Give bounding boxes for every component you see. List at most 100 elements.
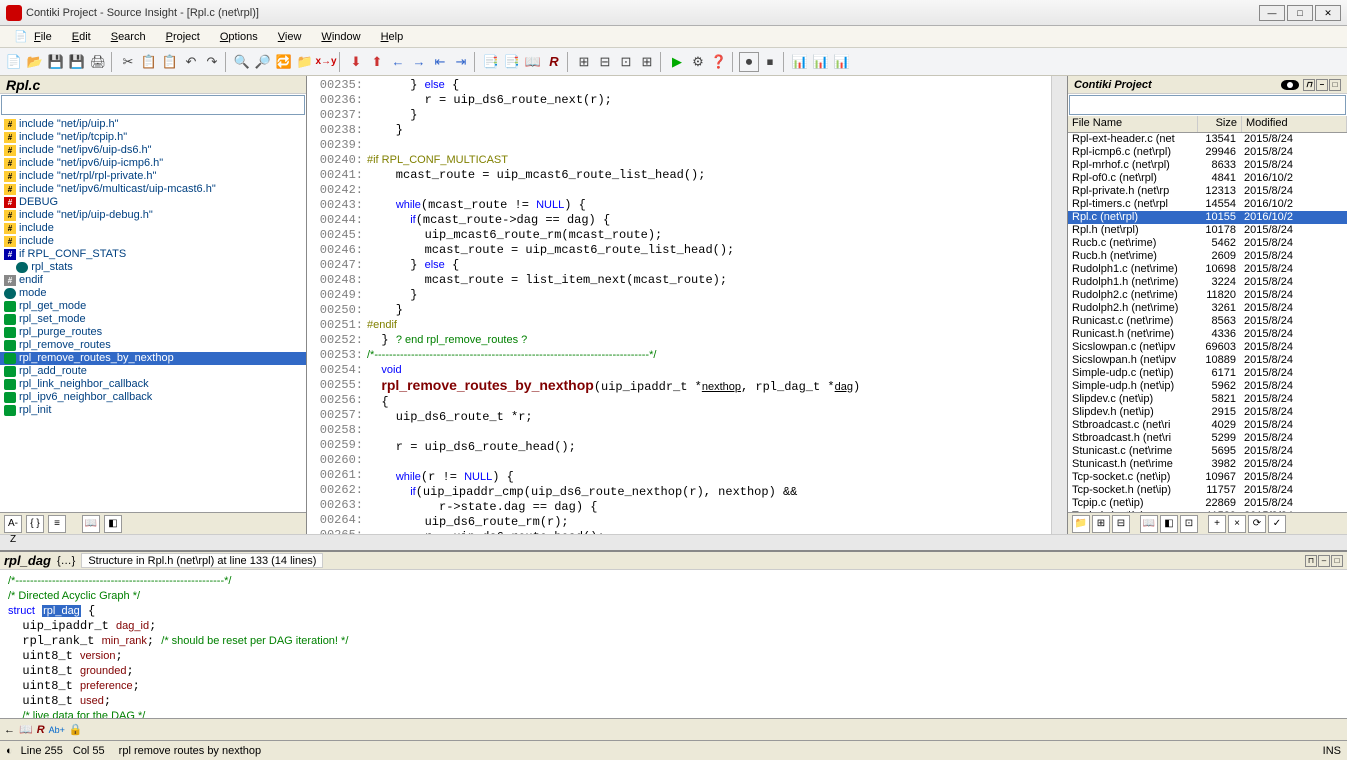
- project-search-input[interactable]: [1069, 95, 1346, 115]
- braces-button[interactable]: { }: [26, 515, 44, 533]
- col-filename[interactable]: File Name: [1068, 116, 1198, 132]
- file-row[interactable]: Stbroadcast.c (net\ri40292015/8/24: [1068, 419, 1347, 432]
- symbol-row[interactable]: #include "net/ip/tcpip.h": [0, 131, 306, 144]
- menu-help[interactable]: Help: [371, 29, 414, 45]
- tb-saveall-icon[interactable]: 💾: [67, 52, 87, 72]
- file-table[interactable]: File Name Size Modified Rpl-ext-header.c…: [1068, 116, 1347, 512]
- file-row[interactable]: Slipdev.h (net\ip)29152015/8/24: [1068, 406, 1347, 419]
- file-row[interactable]: Rudolph1.h (net\rime)32242015/8/24: [1068, 276, 1347, 289]
- ptb-7[interactable]: +: [1208, 515, 1226, 533]
- symbol-row[interactable]: rpl_stats: [0, 261, 306, 274]
- menu-window[interactable]: Window: [311, 29, 370, 45]
- ptb-6[interactable]: ⊡: [1180, 515, 1198, 533]
- tb-ref-icon[interactable]: R: [544, 52, 564, 72]
- ctx-pin-button[interactable]: ⊓: [1305, 555, 1317, 567]
- symbol-row[interactable]: rpl_ipv6_neighbor_callback: [0, 391, 306, 404]
- ctb-back[interactable]: ←: [4, 724, 15, 736]
- ptb-9[interactable]: ⟳: [1248, 515, 1266, 533]
- file-row[interactable]: Tcp-socket.c (net\ip)109672015/8/24: [1068, 471, 1347, 484]
- file-row[interactable]: Rpl.c (net\rpl)101552016/10/2: [1068, 211, 1347, 224]
- ptb-4[interactable]: 📖: [1140, 515, 1158, 533]
- max-button[interactable]: □: [1329, 79, 1341, 91]
- ptb-8[interactable]: ×: [1228, 515, 1246, 533]
- symbol-row[interactable]: rpl_init: [0, 404, 306, 417]
- file-row[interactable]: Rpl-of0.c (net\rpl)48412016/10/2: [1068, 172, 1347, 185]
- symbol-row[interactable]: #include "net/ipv6/uip-ds6.h": [0, 144, 306, 157]
- file-row[interactable]: Simple-udp.c (net\ip)61712015/8/24: [1068, 367, 1347, 380]
- file-row[interactable]: Stunicast.c (net\rime56952015/8/24: [1068, 445, 1347, 458]
- ctb-ref[interactable]: R: [37, 724, 45, 736]
- file-row[interactable]: Rpl-icmp6.c (net\rpl)299462015/8/24: [1068, 146, 1347, 159]
- menu-options[interactable]: Options: [210, 29, 268, 45]
- tb-tile1-icon[interactable]: ⊞: [574, 52, 594, 72]
- maximize-button[interactable]: □: [1287, 5, 1313, 21]
- tb-bookmark2-icon[interactable]: ⬆: [367, 52, 387, 72]
- tb-new-icon[interactable]: 📄: [4, 52, 24, 72]
- menu-edit[interactable]: Edit: [62, 29, 101, 45]
- symbol-row[interactable]: #if RPL_CONF_STATS: [0, 248, 306, 261]
- tb-goto-icon[interactable]: x→y: [316, 52, 336, 72]
- tb-paste-icon[interactable]: 📋: [160, 52, 180, 72]
- col-size[interactable]: Size: [1198, 116, 1242, 132]
- file-row[interactable]: Rpl.h (net\rpl)101782015/8/24: [1068, 224, 1347, 237]
- code-text[interactable]: } else { r = uip_ds6_route_next(r); } } …: [367, 76, 1051, 534]
- ptb-3[interactable]: ⊟: [1112, 515, 1130, 533]
- file-row[interactable]: Sicslowpan.c (net\ipv696032015/8/24: [1068, 341, 1347, 354]
- menu-file[interactable]: File: [24, 29, 62, 45]
- tb-ext2-icon[interactable]: 📊: [811, 52, 831, 72]
- symbol-row[interactable]: #include: [0, 222, 306, 235]
- code-editor[interactable]: 00235: 00236: 00237: 00238: 00239: 00240…: [307, 76, 1067, 534]
- context-code[interactable]: /*--------------------------------------…: [0, 570, 1347, 718]
- col-modified[interactable]: Modified: [1242, 116, 1347, 132]
- tb-fwd-icon[interactable]: →: [409, 52, 429, 72]
- tb-print-icon[interactable]: 🖨: [88, 52, 108, 72]
- tb-findnext-icon[interactable]: 🔎: [253, 52, 273, 72]
- symbol-row[interactable]: rpl_link_neighbor_callback: [0, 378, 306, 391]
- symbol-row[interactable]: rpl_purge_routes: [0, 326, 306, 339]
- tb-redo-icon[interactable]: ↷: [202, 52, 222, 72]
- file-row[interactable]: Runicast.c (net\rime)85632015/8/24: [1068, 315, 1347, 328]
- symbol-search-input[interactable]: [1, 95, 305, 115]
- tb-sym2-icon[interactable]: 📑: [502, 52, 522, 72]
- tb-ext1-icon[interactable]: 📊: [790, 52, 810, 72]
- tb-play-icon[interactable]: ▶: [667, 52, 687, 72]
- file-row[interactable]: Rucb.c (net\rime)54622015/8/24: [1068, 237, 1347, 250]
- symbol-row[interactable]: #DEBUG: [0, 196, 306, 209]
- symbol-row[interactable]: rpl_set_mode: [0, 313, 306, 326]
- horizontal-scrollbar[interactable]: [0, 534, 1347, 550]
- file-row[interactable]: Runicast.h (net\rime)43362015/8/24: [1068, 328, 1347, 341]
- file-row[interactable]: Rpl-private.h (net\rp123132015/8/24: [1068, 185, 1347, 198]
- tb-book-icon[interactable]: 📖: [523, 52, 543, 72]
- vertical-scrollbar[interactable]: [1051, 76, 1067, 534]
- tb-findfiles-icon[interactable]: 📁: [295, 52, 315, 72]
- app-menu-icon[interactable]: 📄: [4, 28, 24, 45]
- tree-button[interactable]: ≡: [48, 515, 66, 533]
- symbol-row[interactable]: #include "net/ipv6/uip-icmp6.h": [0, 157, 306, 170]
- file-row[interactable]: Stunicast.h (net\rime39822015/8/24: [1068, 458, 1347, 471]
- ctb-lock[interactable]: 🔒: [69, 723, 83, 736]
- file-row[interactable]: Rucb.h (net\rime)26092015/8/24: [1068, 250, 1347, 263]
- symbol-row[interactable]: #include: [0, 235, 306, 248]
- file-row[interactable]: Rudolph2.c (net\rime)118202015/8/24: [1068, 289, 1347, 302]
- ptb-2[interactable]: ⊞: [1092, 515, 1110, 533]
- tb-tile4-icon[interactable]: ⊞: [637, 52, 657, 72]
- tb-undo-icon[interactable]: ↶: [181, 52, 201, 72]
- file-row[interactable]: Sicslowpan.h (net\ipv108892015/8/24: [1068, 354, 1347, 367]
- ctx-max-button[interactable]: □: [1331, 555, 1343, 567]
- file-row[interactable]: Rudolph2.h (net\rime)32612015/8/24: [1068, 302, 1347, 315]
- menu-project[interactable]: Project: [156, 29, 210, 45]
- tb-cut-icon[interactable]: ✂: [118, 52, 138, 72]
- tb-tile2-icon[interactable]: ⊟: [595, 52, 615, 72]
- ctb-book[interactable]: 📖: [19, 723, 33, 736]
- book-button[interactable]: 📖: [82, 515, 100, 533]
- ptb-5[interactable]: ◧: [1160, 515, 1178, 533]
- tb-back-icon[interactable]: ←: [388, 52, 408, 72]
- split-button[interactable]: ◧: [104, 515, 122, 533]
- tb-sym1-icon[interactable]: 📑: [481, 52, 501, 72]
- symbol-row[interactable]: rpl_add_route: [0, 365, 306, 378]
- tb-help-icon[interactable]: ❓: [709, 52, 729, 72]
- tb-goto3-icon[interactable]: ⇥: [451, 52, 471, 72]
- tb-save-icon[interactable]: 💾: [46, 52, 66, 72]
- tb-open-icon[interactable]: 📂: [25, 52, 45, 72]
- file-row[interactable]: Rpl-ext-header.c (net135412015/8/24: [1068, 133, 1347, 146]
